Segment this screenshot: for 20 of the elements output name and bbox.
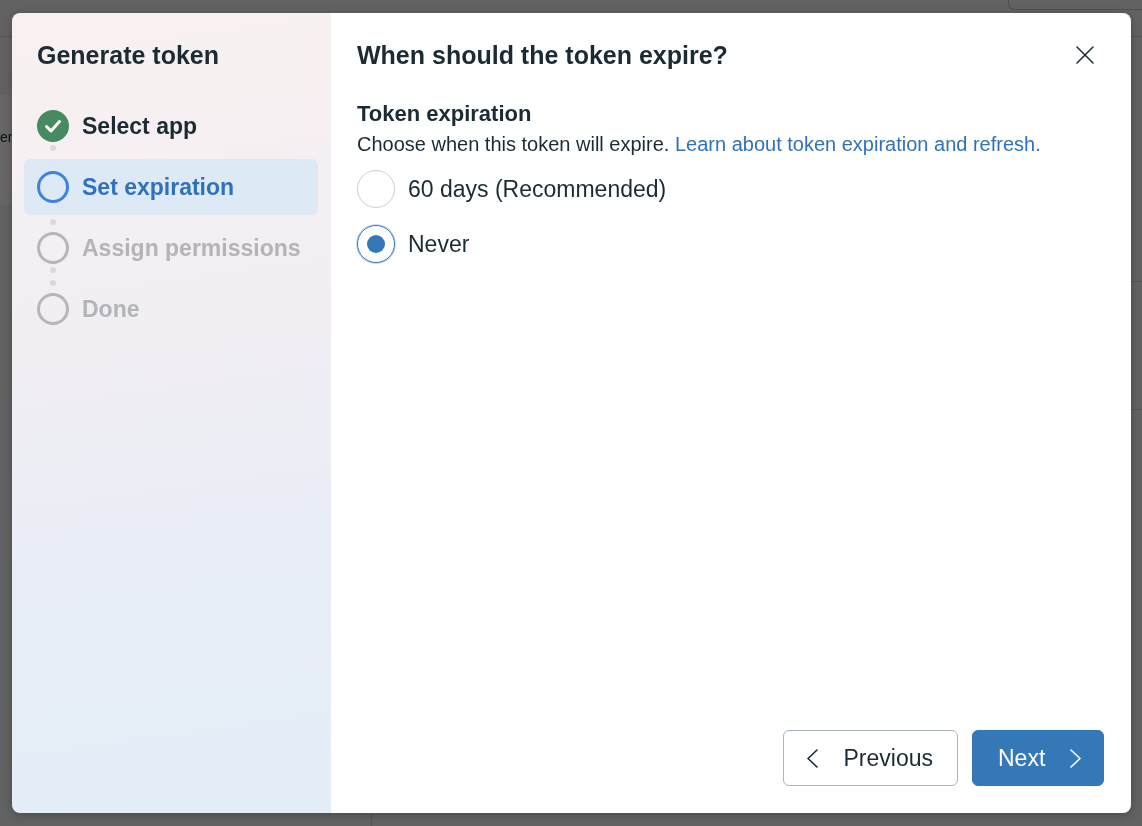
connector-dot-icon [50,280,56,286]
learn-link[interactable]: Learn about token expiration and refresh. [674,133,1041,155]
section-description: Choose when this token will expire. Learn about token expiration and refresh. [357,132,1042,157]
sidebar-title: Generate token [37,40,220,70]
option-label: Never [408,230,470,258]
connector-dot-icon [50,219,56,225]
step-item[interactable]: Select app [24,98,318,154]
connector-dot-icon [50,267,56,273]
chevron-right-icon [1070,748,1081,768]
previous-button[interactable]: Previous [783,730,958,786]
connector-dot-icon [50,145,56,151]
section-title: Token expiration [357,101,533,127]
option-label: 60 days (Recommended) [408,175,667,203]
chevron-left-icon [807,748,818,768]
step-item[interactable]: Set expiration [24,159,318,215]
next-button[interactable]: Next [972,730,1104,786]
close-icon [1076,46,1094,64]
dialog-title: When should the token expire? [357,40,728,70]
nav-label[interactable]: er [0,128,13,146]
radio-button[interactable] [357,225,395,263]
